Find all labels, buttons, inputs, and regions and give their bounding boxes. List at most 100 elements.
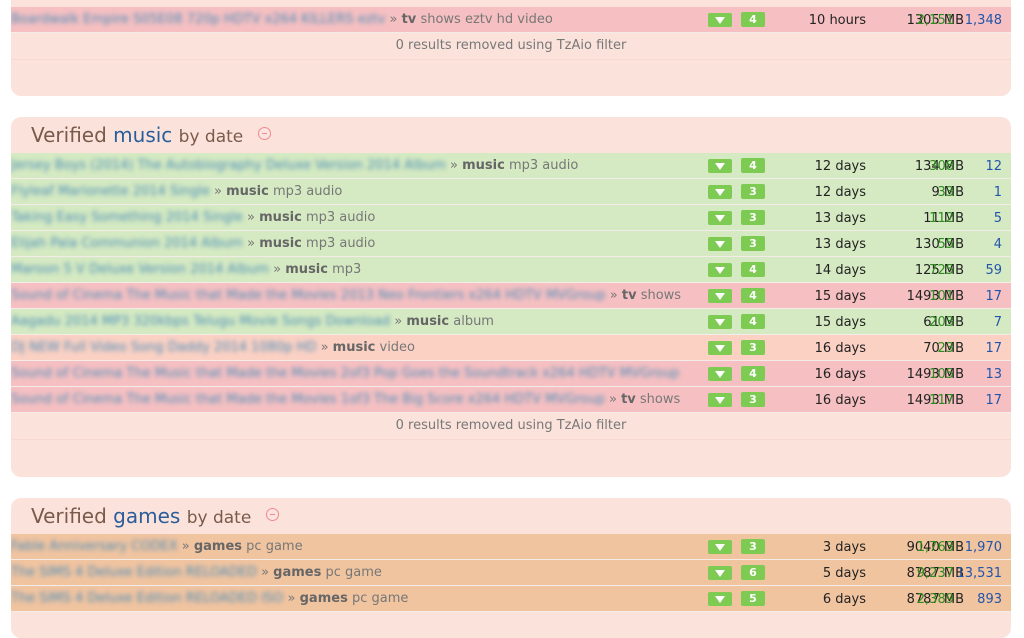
torrent-title-link[interactable]: The SIMS 4 Deluxe Edition RELOADED ISO xyxy=(11,591,283,606)
category-link[interactable]: music xyxy=(406,314,449,329)
torrent-row: The SIMS 4 Deluxe Edition RELOADED » gam… xyxy=(11,560,1011,586)
games-title-suffix: by date xyxy=(186,508,252,528)
torrent-title-cell: The SIMS 4 Deluxe Edition RELOADED » gam… xyxy=(11,560,708,585)
breadcrumb-separator: » xyxy=(605,288,622,303)
torrent-age: 16 days xyxy=(814,341,866,356)
games-title-prefix: Verified xyxy=(31,504,107,528)
music-title-prefix: Verified xyxy=(31,123,107,147)
torrent-age: 12 days xyxy=(814,185,866,200)
tv-rows: Boardwalk Empire S05E08 720p HDTV x264 K… xyxy=(11,0,1011,33)
torrent-title-link[interactable]: The SIMS 4 Deluxe Edition RELOADED xyxy=(11,565,257,580)
subcategory-link[interactable]: shows xyxy=(641,288,681,303)
category-link[interactable]: music xyxy=(259,236,302,251)
tv-filter-message: 0 results removed using TzAio filter xyxy=(11,33,1011,59)
torrent-title-link[interactable]: Elijah Pala Communion 2014 Album xyxy=(11,236,243,251)
download-arrow-icon[interactable] xyxy=(708,159,732,173)
download-arrow-icon[interactable] xyxy=(708,263,732,277)
score-badge: 4 xyxy=(741,366,765,381)
torrent-age: 12 days xyxy=(814,159,866,174)
breadcrumb-separator: » xyxy=(242,210,260,225)
category-link[interactable]: tv xyxy=(621,392,636,407)
torrent-title-link[interactable]: Fable Anniversary CODEX xyxy=(11,539,178,554)
games-category-link[interactable]: games xyxy=(113,504,180,528)
leech-count: 5 xyxy=(993,211,1002,226)
torrent-title-link[interactable]: Jersey Boys (2014) The Autobiography Del… xyxy=(11,158,446,173)
download-arrow-icon[interactable] xyxy=(708,185,732,199)
category-link[interactable]: games xyxy=(273,565,321,580)
hide-section-icon[interactable] xyxy=(265,508,279,521)
download-arrow-icon[interactable] xyxy=(708,592,732,606)
torrent-title-link[interactable]: Sound of Cinema The Music that Made the … xyxy=(11,366,679,381)
score-badge: 3 xyxy=(741,392,765,407)
seed-count: 2,389 xyxy=(916,592,954,607)
subcategory-link[interactable]: album xyxy=(453,314,494,329)
panel-tv: Boardwalk Empire S05E08 720p HDTV x264 K… xyxy=(11,0,1011,96)
category-link[interactable]: music xyxy=(333,340,376,355)
torrent-row: Elijah Pala Communion 2014 Album » music… xyxy=(11,231,1011,257)
torrent-title-link[interactable]: Sound of Cinema The Music that Made the … xyxy=(11,288,606,303)
download-arrow-icon[interactable] xyxy=(708,237,732,251)
download-arrow-icon[interactable] xyxy=(708,13,732,27)
subcategory-link[interactable]: shows xyxy=(640,392,680,407)
seed-count: 308 xyxy=(929,159,954,174)
category-link[interactable]: tv xyxy=(402,12,417,27)
score-badge: 3 xyxy=(741,236,765,251)
torrent-title-cell: Sound of Cinema The Music that Made the … xyxy=(11,361,708,386)
music-category-link[interactable]: music xyxy=(113,123,172,147)
score-badge: 6 xyxy=(741,565,765,580)
subcategory-link[interactable]: shows eztv hd video xyxy=(420,12,552,27)
torrent-row: Sound of Cinema The Music that Made the … xyxy=(11,387,1011,413)
torrent-title-link[interactable]: Maroon 5 V Deluxe Version 2014 Album xyxy=(11,262,269,277)
category-link[interactable]: games xyxy=(194,539,242,554)
download-arrow-icon[interactable] xyxy=(708,540,732,554)
torrent-row: Sound of Cinema The Music that Made the … xyxy=(11,283,1011,309)
leech-count: 17 xyxy=(985,341,1002,356)
torrent-age: 15 days xyxy=(814,289,866,304)
subcategory-link[interactable]: mp3 xyxy=(332,262,361,277)
score-badge: 4 xyxy=(741,262,765,277)
category-link[interactable]: music xyxy=(462,158,505,173)
leech-count: 13,531 xyxy=(956,566,1003,581)
subcategory-link[interactable]: mp3 audio xyxy=(509,158,578,173)
download-arrow-icon[interactable] xyxy=(708,367,732,381)
subcategory-link[interactable]: mp3 audio xyxy=(306,210,375,225)
torrent-title-cell: DJ NEW Full Video Song Daddy 2014 1080p … xyxy=(11,335,708,360)
torrent-title-link[interactable]: Aagadu 2014 MP3 320kbps Telugu Movie Son… xyxy=(11,314,390,329)
category-link[interactable]: games xyxy=(300,591,348,606)
torrent-title-cell: Elijah Pala Communion 2014 Album » music… xyxy=(11,231,708,256)
panel-games: Verified games by date Fable Anniversary… xyxy=(11,498,1011,638)
leech-count: 1 xyxy=(993,185,1002,200)
torrent-title-link[interactable]: Taking Easy Something 2014 Single xyxy=(11,210,243,225)
torrent-title-link[interactable]: Sound of Cinema The Music that Made the … xyxy=(11,392,605,407)
torrent-age: 3 days xyxy=(822,540,866,555)
breadcrumb-separator: » xyxy=(209,184,227,199)
subcategory-link[interactable]: video xyxy=(380,340,416,355)
torrent-age: 13 days xyxy=(814,237,866,252)
subcategory-link[interactable]: pc game xyxy=(326,565,382,580)
subcategory-link[interactable]: pc game xyxy=(246,539,302,554)
torrent-row: DJ NEW Full Video Song Daddy 2014 1080p … xyxy=(11,335,1011,361)
torrent-title-link[interactable]: Boardwalk Empire S05E08 720p HDTV x264 K… xyxy=(11,12,385,27)
hide-section-icon[interactable] xyxy=(257,127,271,140)
torrent-row: The SIMS 4 Deluxe Edition RELOADED ISO »… xyxy=(11,586,1011,612)
leech-count: 7 xyxy=(993,315,1002,330)
subcategory-link[interactable]: pc game xyxy=(352,591,408,606)
download-arrow-icon[interactable] xyxy=(708,341,732,355)
download-arrow-icon[interactable] xyxy=(708,211,732,225)
download-arrow-icon[interactable] xyxy=(708,315,732,329)
category-link[interactable]: music xyxy=(285,262,328,277)
torrent-title-link[interactable]: Flyleaf Marionette 2014 Single xyxy=(11,184,210,199)
seed-count: 55 xyxy=(937,237,954,252)
torrent-title-link[interactable]: DJ NEW Full Video Song Daddy 2014 1080p … xyxy=(11,340,316,355)
seed-count: 9,237 xyxy=(916,566,954,581)
torrent-row: Jersey Boys (2014) The Autobiography Del… xyxy=(11,153,1011,179)
category-link[interactable]: music xyxy=(226,184,269,199)
download-arrow-icon[interactable] xyxy=(708,566,732,580)
seed-count: 23 xyxy=(937,341,954,356)
download-arrow-icon[interactable] xyxy=(708,393,732,407)
download-arrow-icon[interactable] xyxy=(708,289,732,303)
category-link[interactable]: music xyxy=(259,210,302,225)
subcategory-link[interactable]: mp3 audio xyxy=(273,184,342,199)
category-link[interactable]: tv xyxy=(622,288,637,303)
subcategory-link[interactable]: mp3 audio xyxy=(306,236,375,251)
